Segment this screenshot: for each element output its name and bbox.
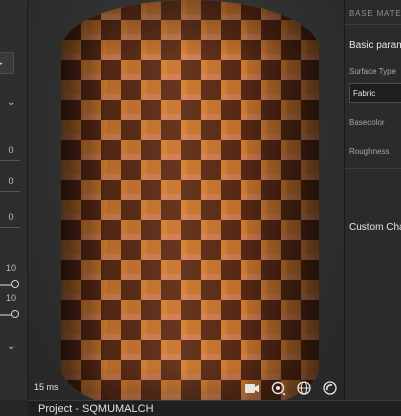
basecolor-label: Basecolor xyxy=(349,118,385,127)
surface-type-dropdown[interactable]: Fabric xyxy=(349,83,401,103)
frame-time: 15 ms xyxy=(34,382,59,392)
properties-panel: BASE MATERIAL Basic parameters Surface T… xyxy=(344,0,401,400)
section-basic-parameters[interactable]: Basic parameters xyxy=(349,40,401,51)
viewport-toolbar xyxy=(244,380,338,396)
value-1-underline xyxy=(0,160,20,161)
left-dropdown[interactable]: ▸ xyxy=(0,52,14,74)
roughness-label: Roughness xyxy=(349,147,390,156)
value-2[interactable]: 0 xyxy=(6,176,16,186)
surface-type-label: Surface Type xyxy=(349,67,396,76)
fabric-cylinder-preview xyxy=(61,0,319,400)
dropdown-caret-icon: ▸ xyxy=(0,59,3,69)
slider-2-handle[interactable] xyxy=(11,310,19,318)
collapse-chevron-icon[interactable]: ⌄ xyxy=(7,97,15,108)
status-bar: Project - SQMUMALCH xyxy=(28,400,401,416)
value-3[interactable]: 0 xyxy=(6,212,16,222)
header-divider xyxy=(345,24,401,25)
camera-icon[interactable] xyxy=(244,380,260,396)
3d-viewport[interactable]: 15 ms xyxy=(28,0,344,400)
slider-1-handle[interactable] xyxy=(11,280,19,288)
environment-icon[interactable] xyxy=(322,380,338,396)
section-divider xyxy=(345,168,401,169)
panel-header: BASE MATERIAL xyxy=(349,9,401,18)
value-1[interactable]: 0 xyxy=(6,145,16,155)
surface-type-value: Fabric xyxy=(353,89,376,98)
expand-chevron-icon[interactable]: ⌄ xyxy=(7,341,15,352)
slider-2-value[interactable]: 10 xyxy=(6,293,16,303)
globe-icon[interactable] xyxy=(296,380,312,396)
value-3-underline xyxy=(0,227,20,228)
left-panel: ▸ ⌄ 0 0 0 10 10 ⌄ xyxy=(0,0,28,400)
slider-1-value[interactable]: 10 xyxy=(6,263,16,273)
rotate-view-icon[interactable] xyxy=(270,380,286,396)
value-2-underline xyxy=(0,191,20,192)
section-custom-channels[interactable]: Custom Channels xyxy=(349,222,401,233)
project-name: Project - SQMUMALCH xyxy=(38,403,154,415)
cylinder-top-shading xyxy=(61,0,319,400)
